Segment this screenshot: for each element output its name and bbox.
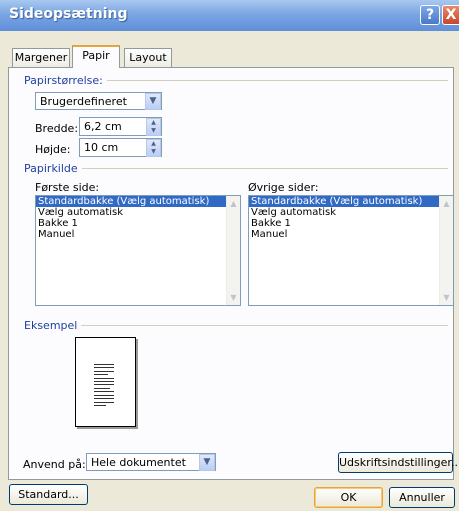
preview-text-line [94, 395, 114, 396]
height-spinner[interactable]: ▲ ▼ [146, 139, 161, 157]
apply-to-label: Anvend på: [23, 458, 86, 471]
apply-to-select[interactable]: Hele dokumentet [86, 453, 216, 471]
list-item[interactable]: Standardbakke (Vælg automatisk) [36, 196, 240, 207]
list-item[interactable]: Vælg automatisk [36, 207, 240, 218]
page-preview [75, 337, 136, 427]
width-label: Bredde: [35, 122, 79, 135]
other-pages-listbox[interactable]: Standardbakke (Vælg automatisk) Vælg aut… [248, 195, 454, 306]
scrollbar[interactable]: ▲ ▼ [439, 196, 453, 305]
section-divider [100, 80, 448, 81]
list-item[interactable]: Vælg automatisk [249, 207, 453, 218]
height-value: 10 cm [84, 141, 119, 154]
preview-text-line [94, 405, 106, 406]
preview-text-line [94, 371, 114, 372]
preview-text-line [94, 402, 114, 403]
preview-text-line [94, 388, 110, 389]
section-divider [70, 168, 448, 169]
paper-size-value: Brugerdefineret [40, 95, 127, 108]
list-item[interactable]: Bakke 1 [249, 218, 453, 229]
dialog-title: Sideopsætning [9, 6, 128, 22]
tab-margener[interactable]: Margener [12, 48, 70, 67]
close-button[interactable]: X [442, 5, 459, 25]
paper-size-section-label: Papirstørrelse: [24, 74, 107, 87]
chevron-down-icon[interactable]: ▼ [145, 93, 161, 110]
section-divider [72, 325, 448, 326]
list-item[interactable]: Standardbakke (Vælg automatisk) [249, 196, 453, 207]
default-button[interactable]: Standard... [9, 484, 88, 505]
chevron-down-icon[interactable]: ▼ [199, 454, 215, 471]
preview-text-line [94, 364, 114, 365]
scroll-down-icon[interactable]: ▼ [440, 291, 453, 304]
scrollbar[interactable]: ▲ ▼ [226, 196, 240, 305]
other-pages-label: Øvrige sider: [248, 181, 319, 194]
preview-text-line [94, 398, 114, 399]
preview-text-line [94, 378, 114, 379]
first-page-label: Første side: [35, 181, 100, 194]
first-page-listbox[interactable]: Standardbakke (Vælg automatisk) Vælg aut… [35, 195, 241, 306]
preview-text-line [94, 367, 114, 368]
tab-layout[interactable]: Layout [124, 48, 172, 67]
preview-text-line [94, 391, 114, 392]
scroll-up-icon[interactable]: ▲ [227, 197, 240, 210]
page-setup-dialog: Sideopsætning ? X Margener Papir Layout … [0, 0, 459, 511]
preview-section-label: Eksempel [24, 319, 82, 332]
ok-button[interactable]: OK [314, 487, 383, 508]
preview-text-line [94, 384, 114, 385]
tab-papir[interactable]: Papir [72, 45, 120, 68]
height-label: Højde: [35, 143, 71, 156]
list-item[interactable]: Manuel [249, 229, 453, 240]
scroll-up-icon[interactable]: ▲ [440, 197, 453, 210]
preview-text-line [94, 374, 108, 375]
list-item[interactable]: Manuel [36, 229, 240, 240]
preview-text-line [94, 381, 114, 382]
list-item[interactable]: Bakke 1 [36, 218, 240, 229]
paper-source-section-label: Papirkilde [24, 162, 82, 175]
scroll-down-icon[interactable]: ▼ [227, 291, 240, 304]
print-options-button[interactable]: Udskriftsindstillinger... [338, 452, 459, 473]
width-spinner[interactable]: ▲ ▼ [146, 118, 161, 136]
apply-to-value: Hele dokumentet [91, 456, 186, 469]
paper-size-select[interactable]: Brugerdefineret [35, 92, 162, 110]
help-button[interactable]: ? [420, 5, 440, 25]
width-value: 6,2 cm [84, 120, 122, 133]
title-bar[interactable]: Sideopsætning ? X [0, 0, 459, 31]
cancel-button[interactable]: Annuller [389, 487, 455, 508]
